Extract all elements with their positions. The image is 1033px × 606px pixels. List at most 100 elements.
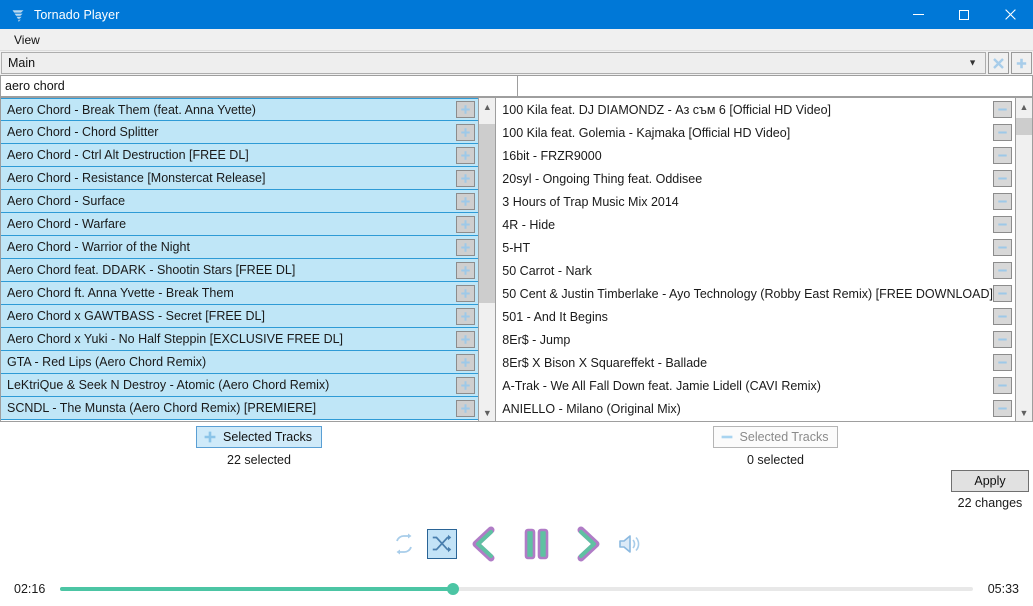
track-row[interactable]: 3 Hours of Trap Music Mix 2014 (496, 190, 1015, 213)
search-input-right[interactable] (517, 75, 1033, 97)
track-row[interactable]: Aero Chord - Warrior of the Night (1, 236, 479, 259)
chevron-down-icon[interactable]: ▼ (479, 404, 495, 421)
playlist-tracks-list[interactable]: 100 Kila feat. DJ DIAMONDZ - Аз съм 6 [O… (495, 97, 1016, 422)
left-list-scrollbar[interactable]: ▲ ▼ (479, 97, 497, 422)
left-scrollbar-thumb[interactable] (479, 123, 496, 303)
remove-selected-tracks-label: Selected Tracks (739, 430, 829, 444)
track-row[interactable]: 20syl - Ongoing Thing feat. Oddisee (496, 167, 1015, 190)
track-row[interactable]: 8Er$ - Jump (496, 328, 1015, 351)
add-track-button[interactable] (456, 330, 476, 348)
seek-slider-thumb[interactable] (446, 583, 459, 595)
add-track-button[interactable] (456, 123, 476, 141)
right-scrollbar-thumb[interactable] (1016, 117, 1032, 136)
track-row[interactable]: Aero Chord - Resistance [Monstercat Rele… (1, 167, 479, 190)
chevron-up-icon[interactable]: ▲ (1016, 98, 1032, 115)
remove-track-button[interactable] (993, 239, 1012, 256)
add-track-button[interactable] (456, 146, 476, 164)
shuffle-button[interactable] (426, 529, 457, 559)
track-row[interactable]: GTA - Red Lips (Aero Chord Remix) (1, 351, 479, 374)
remove-playlist-button[interactable] (988, 52, 1009, 74)
track-row[interactable]: Aero Chord - Break Them (feat. Anna Yvet… (1, 98, 479, 121)
remove-track-button[interactable] (993, 147, 1012, 164)
track-row[interactable]: SCNDL - The Munsta (Aero Chord Remix) [P… (1, 397, 479, 420)
remove-track-button[interactable] (993, 285, 1012, 302)
track-row[interactable]: Aero Chord ft. Anna Yvette - Break Them (1, 282, 479, 305)
menu-item-view[interactable]: View (8, 31, 46, 49)
plus-icon (461, 380, 470, 390)
track-row[interactable]: ANIELLO - Milano (Original Mix) (496, 397, 1015, 420)
track-row[interactable]: 100 Kila feat. Golemia - Kajmaka [Offici… (496, 121, 1015, 144)
pause-button[interactable] (515, 523, 557, 565)
right-list-scrollbar[interactable]: ▲ ▼ (1016, 97, 1033, 422)
remove-track-button[interactable] (993, 193, 1012, 210)
remove-track-button[interactable] (993, 170, 1012, 187)
add-track-button[interactable] (456, 376, 476, 394)
repeat-button[interactable] (389, 529, 419, 559)
track-row[interactable]: A-Trak - We All Fall Down feat. Jamie Li… (496, 374, 1015, 397)
add-track-button[interactable] (456, 169, 476, 187)
add-track-button[interactable] (456, 399, 476, 417)
remove-track-button[interactable] (993, 354, 1012, 371)
add-track-button[interactable] (456, 215, 476, 233)
remove-track-button[interactable] (993, 216, 1012, 233)
remove-track-button[interactable] (993, 400, 1012, 417)
remove-track-button[interactable] (993, 331, 1012, 348)
chevron-up-icon[interactable]: ▲ (479, 98, 495, 115)
track-row[interactable]: 16bit - FRZR9000 (496, 144, 1015, 167)
add-selected-tracks-button[interactable]: Selected Tracks (196, 426, 322, 448)
playlist-combobox[interactable]: Main ▼ (1, 52, 986, 74)
next-button[interactable] (565, 523, 607, 565)
track-row-label: 50 Carrot - Nark (502, 263, 592, 278)
remove-track-button[interactable] (993, 377, 1012, 394)
track-row-label: Aero Chord - Warrior of the Night (7, 240, 190, 254)
remove-track-button[interactable] (993, 124, 1012, 141)
volume-button[interactable] (615, 529, 645, 559)
maximize-button[interactable] (941, 0, 987, 29)
track-row[interactable]: 501 - And It Begins (496, 305, 1015, 328)
chevron-down-icon[interactable]: ▼ (1016, 404, 1032, 421)
add-track-button[interactable] (456, 238, 476, 256)
track-row[interactable]: Aero Chord x GAWTBASS - Secret [FREE DL] (1, 305, 479, 328)
track-row-label: A-Trak - We All Fall Down feat. Jamie Li… (502, 378, 821, 393)
elapsed-time: 02:16 (14, 582, 46, 596)
left-scrollbar-track[interactable] (479, 115, 496, 404)
remove-track-button[interactable] (993, 308, 1012, 325)
right-scrollbar-track[interactable] (1016, 115, 1032, 404)
track-row[interactable]: 5-HT (496, 236, 1015, 259)
plus-icon (461, 288, 470, 298)
track-row[interactable]: Aero Chord - Surface (1, 190, 479, 213)
remove-track-button[interactable] (993, 262, 1012, 279)
search-input-left[interactable]: aero chord (0, 75, 518, 97)
seek-slider[interactable] (60, 583, 973, 595)
add-track-button[interactable] (456, 307, 476, 325)
remove-selected-tracks-button[interactable]: Selected Tracks (712, 426, 839, 448)
track-row-label: 50 Cent & Justin Timberlake - Ayo Techno… (502, 286, 993, 301)
close-button[interactable] (987, 0, 1033, 29)
track-row[interactable]: 8Er$ X Bison X Squareffekt - Ballade (496, 351, 1015, 374)
playlist-selector-row: Main ▼ (0, 51, 1033, 75)
volume-icon (618, 535, 639, 553)
add-selected-tracks-label: Selected Tracks (223, 430, 312, 444)
track-row[interactable]: Aero Chord - Chord Splitter (1, 121, 479, 144)
add-track-button[interactable] (456, 353, 476, 371)
add-track-button[interactable] (456, 192, 476, 210)
track-row[interactable]: Aero Chord x Yuki - No Half Steppin [EXC… (1, 328, 479, 351)
remove-track-button[interactable] (993, 101, 1012, 118)
track-row[interactable]: Aero Chord feat. DDARK - Shootin Stars [… (1, 259, 479, 282)
track-row[interactable]: 50 Carrot - Nark (496, 259, 1015, 282)
track-row[interactable]: Aero Chord - Warfare (1, 213, 479, 236)
add-track-button[interactable] (456, 284, 476, 302)
track-row[interactable]: 100 Kila feat. DJ DIAMONDZ - Аз съм 6 [O… (496, 98, 1015, 121)
available-tracks-list[interactable]: Aero Chord - Break Them (feat. Anna Yvet… (0, 97, 480, 422)
track-row[interactable]: Aero Chord - Ctrl Alt Destruction [FREE … (1, 144, 479, 167)
previous-button[interactable] (465, 523, 507, 565)
track-row[interactable]: 50 Cent & Justin Timberlake - Ayo Techno… (496, 282, 1015, 305)
add-track-button[interactable] (456, 101, 476, 118)
plus-icon (461, 150, 470, 160)
minimize-button[interactable] (895, 0, 941, 29)
add-playlist-button[interactable] (1011, 52, 1032, 74)
apply-button[interactable]: Apply (951, 470, 1029, 492)
track-row[interactable]: LeKtriQue & Seek N Destroy - Atomic (Aer… (1, 374, 479, 397)
add-track-button[interactable] (456, 261, 476, 279)
track-row[interactable]: 4R - Hide (496, 213, 1015, 236)
